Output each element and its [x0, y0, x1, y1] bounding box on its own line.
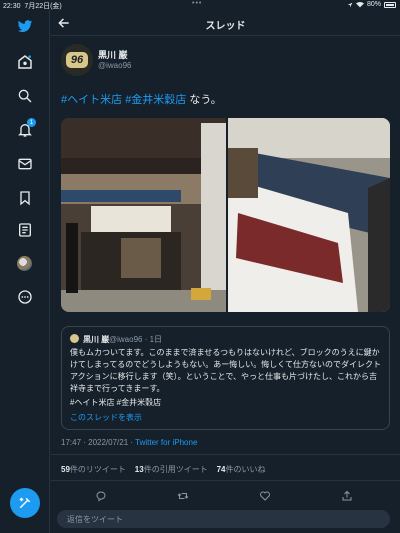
quoted-tweet-hashtags: #ヘイト米店 #金井米穀店 [70, 398, 162, 407]
divider [51, 480, 400, 481]
share-icon[interactable] [341, 490, 353, 502]
reply-icon[interactable] [95, 490, 107, 502]
status-right: 80% [347, 1, 396, 8]
lists-icon[interactable] [13, 218, 37, 242]
more-icon[interactable] [13, 285, 37, 309]
twitter-logo-icon[interactable] [13, 14, 37, 38]
profile-avatar[interactable] [17, 256, 32, 271]
quote-count[interactable]: 13件の引用ツイート [135, 465, 208, 474]
avatar-badge: 96 [66, 52, 88, 68]
quoted-author-name: 黒川 巌 [83, 335, 110, 344]
tweet-photos [61, 118, 390, 312]
wifi-icon [355, 1, 364, 7]
divider [51, 454, 400, 455]
messages-icon[interactable] [13, 152, 37, 176]
tweet-text: #ヘイト米店 #金井米穀店 なう。 [61, 91, 222, 107]
compose-tweet-button[interactable] [10, 488, 40, 518]
quoted-tweet[interactable]: 黒川 巌 @iwao96 · 1日 僕もムカついてます。このままで済ませるつもり… [61, 326, 390, 430]
hashtag-link[interactable]: #金井米穀店 [125, 94, 186, 106]
battery-percent: 80% [366, 1, 381, 8]
status-bar: 22:30 7月22日(金) ••• 80% [0, 0, 400, 10]
tweet-text-tail: なう。 [186, 94, 222, 106]
sidebar: 1 [0, 10, 50, 533]
quoted-author-avatar [70, 334, 79, 343]
tweet-timestamp: 17:47 · 2022/07/21 · Twitter for iPhone [61, 438, 198, 447]
notification-badge: 1 [27, 118, 36, 127]
tweet-photo-storefront[interactable] [61, 118, 226, 312]
reply-bar[interactable]: 返信をツイート [57, 510, 390, 528]
show-thread-link[interactable]: このスレッドを表示 [70, 412, 142, 423]
tweet-photo-sign[interactable] [228, 118, 390, 312]
storefront-image [61, 118, 226, 312]
author-avatar[interactable]: 96 [61, 44, 93, 76]
location-icon [347, 2, 353, 7]
tweet-actions [51, 486, 400, 506]
search-icon[interactable] [13, 84, 37, 108]
notifications-icon[interactable]: 1 [13, 118, 37, 142]
quoted-tweet-text: 僕もムカついてます。このままで済ませるつもりはないけれど、ブロックのうえに鍵かけ… [70, 348, 382, 393]
home-icon[interactable] [13, 50, 37, 74]
quoted-author-handle: @iwao96 · 1日 [109, 335, 163, 344]
like-count[interactable]: 74件のいいね [217, 465, 266, 474]
multitask-dots[interactable]: ••• [192, 0, 202, 7]
reply-input[interactable]: 返信をツイート [67, 514, 123, 525]
author-handle[interactable]: @iwao96 [98, 61, 131, 70]
author-name[interactable]: 黒川 巌 [98, 48, 128, 61]
sign-image [228, 118, 390, 312]
retweet-icon[interactable] [177, 490, 189, 502]
page-title: スレッド [205, 21, 246, 32]
like-icon[interactable] [259, 490, 271, 502]
client-link[interactable]: Twitter for iPhone [135, 438, 197, 447]
compose-icon [19, 497, 31, 509]
hashtag-link[interactable]: #ヘイト米店 [61, 94, 122, 106]
thread-header: スレッド [51, 10, 400, 36]
retweet-count[interactable]: 59件のリツイート [61, 465, 126, 474]
tweet-stats: 59件のリツイート 13件の引用ツイート 74件のいいね [61, 464, 266, 475]
bookmarks-icon[interactable] [13, 186, 37, 210]
battery-icon [384, 1, 396, 8]
thread-view: スレッド 96 黒川 巌 @iwao96 #ヘイト米店 #金井米穀店 なう。 黒… [51, 10, 400, 533]
